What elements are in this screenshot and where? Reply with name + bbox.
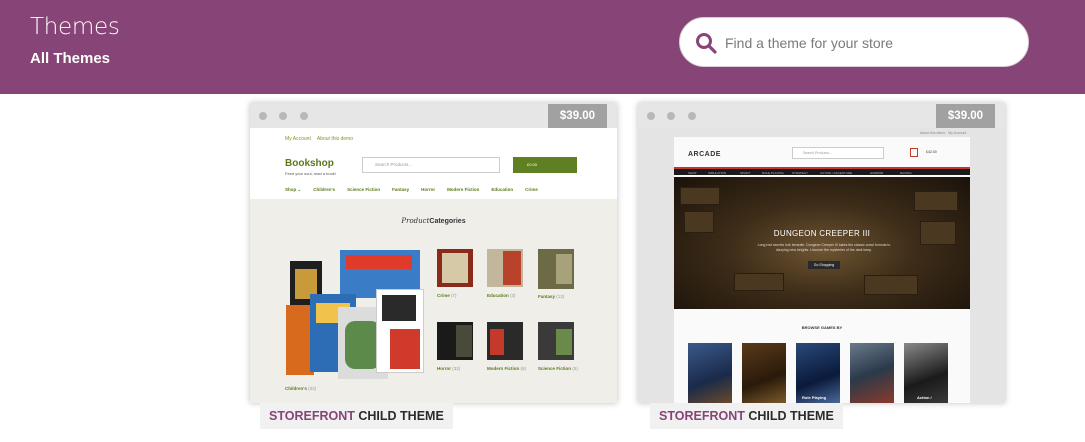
brick — [680, 187, 720, 205]
preview-cart: £42.00 — [926, 150, 937, 154]
hero-title: DUNGEON CREEPER III — [773, 229, 871, 238]
window-dot — [279, 112, 287, 120]
game-thumb — [796, 343, 840, 403]
book-cover — [346, 255, 412, 269]
game-thumb — [742, 343, 786, 403]
preview-heading: ProductCategories — [401, 217, 466, 225]
search-icon — [696, 33, 717, 54]
page-title: Themes — [30, 14, 120, 40]
thumb-label: Action / — [917, 395, 932, 400]
brick — [914, 191, 958, 211]
header-bar: Themes All Themes — [0, 0, 1085, 94]
category-label-childrens: Children's (33) — [285, 386, 317, 391]
brick — [734, 273, 784, 291]
thumb-label: Role Playing — [802, 395, 827, 400]
cart-icon — [910, 148, 918, 157]
category-label-science-fiction: Science Fiction (5) — [538, 366, 578, 371]
preview-body: ProductCategories Children's (33) Crime … — [250, 199, 617, 403]
preview-nav: SHOP SIMULATION SPORT ROLE PLAYING STRAT… — [674, 167, 970, 175]
category-thumb — [503, 251, 521, 285]
book-cover — [382, 295, 416, 321]
theme-card-bookshop[interactable]: $39.00 My Account About this demo Booksho… — [250, 103, 617, 403]
hero-button: Go Shopping — [808, 261, 840, 269]
theme-card-arcade[interactable]: $39.00 About this demo My Account ARCADE… — [638, 103, 1005, 403]
preview-nav: Shop ⌄ Children's Science Fiction Fantasy Ho… — [285, 187, 538, 192]
browse-heading: BROWSE GAMES BY — [801, 325, 843, 330]
price-badge: $39.00 — [936, 104, 995, 128]
theme-type-label[interactable]: STOREFRONT CHILD THEME — [260, 403, 453, 429]
preview-search: Search Products... — [792, 147, 884, 159]
preview-header: My Account About this demo Bookshop Feed … — [250, 128, 617, 203]
all-themes-link[interactable]: All Themes — [30, 50, 110, 67]
preview-tagline: Feed your soul, read a book! — [285, 171, 336, 176]
game-thumb — [688, 343, 732, 403]
game-thumb — [904, 343, 948, 403]
window-dot — [688, 112, 696, 120]
preview-logo: Bookshop — [285, 158, 334, 169]
preview-top-links: My Account About this demo — [285, 136, 353, 142]
category-label-fantasy: Fantasy (13) — [538, 294, 565, 299]
window-dot — [667, 112, 675, 120]
preview-cart: £0.00 — [513, 157, 577, 173]
category-thumb — [556, 329, 572, 355]
category-label-education: Education (3) — [487, 293, 516, 298]
category-label-crime: Crime (7) — [437, 293, 457, 298]
window-dot — [300, 112, 308, 120]
preview-top-links: About this demo My Account — [920, 131, 967, 135]
preview-logo: ARCADE — [688, 151, 721, 158]
category-label-modern-fiction: Modern Fiction (6) — [487, 366, 527, 371]
window-dot — [259, 112, 267, 120]
hero-text: Long lost secrets lurk beneath. Dungeon … — [757, 243, 891, 252]
category-thumb — [456, 325, 472, 357]
brick — [864, 275, 918, 295]
category-label-horror: Horror (32) — [437, 366, 461, 371]
book-cover — [390, 329, 420, 369]
preview-hero: DUNGEON CREEPER III Long lost secrets lu… — [674, 177, 970, 309]
game-thumb — [850, 343, 894, 403]
category-thumb — [490, 329, 504, 355]
category-thumb — [442, 253, 468, 283]
preview-page: ARCADE Search Products... £42.00 SHOP SI… — [674, 137, 970, 403]
window-dot — [647, 112, 655, 120]
price-badge: $39.00 — [548, 104, 607, 128]
category-thumb — [556, 254, 572, 284]
preview-search: Search Products... — [362, 157, 500, 173]
theme-search-box[interactable] — [679, 17, 1029, 67]
theme-type-label[interactable]: STOREFRONT CHILD THEME — [650, 403, 843, 429]
search-input[interactable] — [725, 32, 1015, 54]
